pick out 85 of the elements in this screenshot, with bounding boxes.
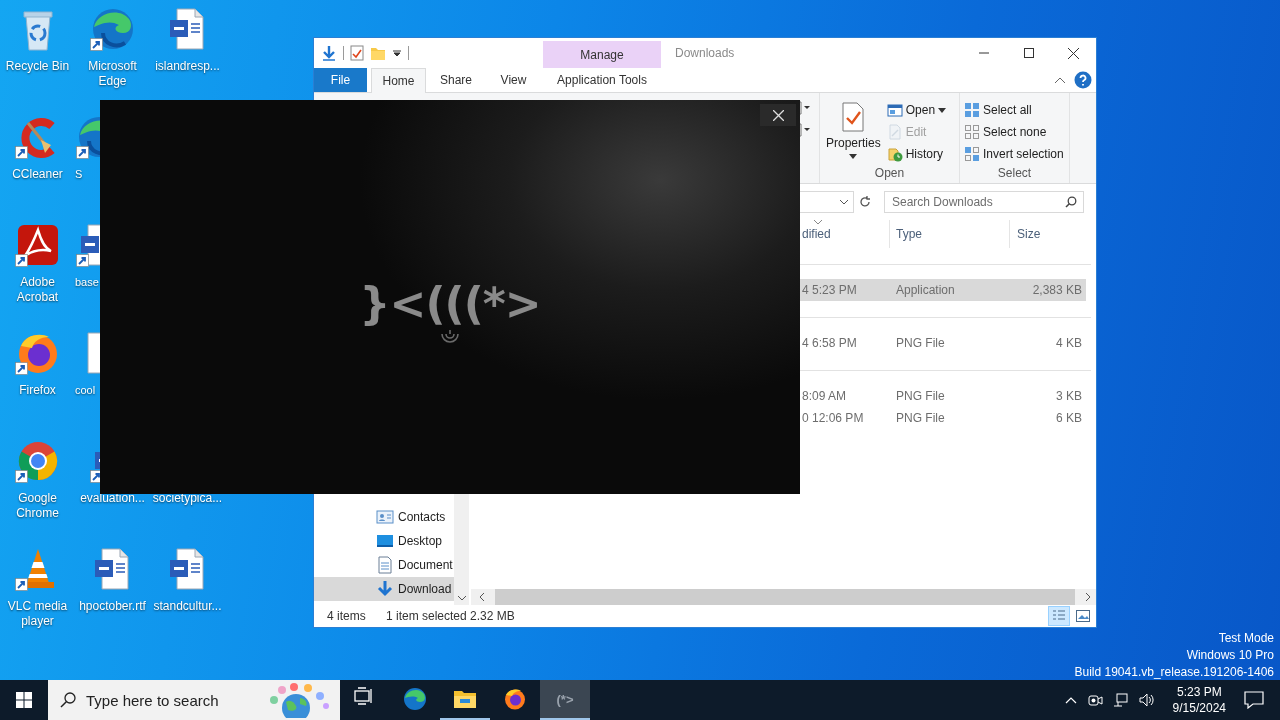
ribbon-tab[interactable]: Home: [371, 68, 426, 93]
table-cell-text: 3 KB: [1055, 389, 1083, 403]
table-cell-text: Application: [895, 283, 956, 297]
close-icon: [772, 109, 784, 121]
search-icon: [1065, 196, 1077, 208]
column-header[interactable]: Type: [889, 220, 1009, 248]
notification-icon[interactable]: [1244, 691, 1264, 709]
picture-view-icon: [1076, 610, 1090, 622]
watermark-text: Build 19041.vb_release.191206-1406: [1074, 664, 1274, 680]
watermark-text: Test Mode: [1218, 630, 1274, 647]
table-cell-text: 4 6:58 PM: [801, 336, 858, 350]
ribbon-button[interactable]: Open: [886, 101, 947, 119]
table-cell-text: 0 12:06 PM: [801, 411, 865, 425]
sort-icon: [814, 220, 822, 225]
ribbon-tab[interactable]: Share: [426, 68, 486, 92]
windows-logo-icon: [16, 692, 32, 708]
ribbon-tab[interactable]: View: [486, 68, 541, 92]
status-text: 4 items: [327, 609, 367, 623]
download-arrow-icon[interactable]: [321, 45, 337, 61]
ribbon-tab[interactable]: File: [314, 68, 367, 92]
window-title: Downloads: [674, 46, 735, 60]
table-cell-text: 4 5:23 PM: [801, 283, 858, 297]
column-header[interactable]: dified: [786, 220, 889, 248]
chevron-down-icon[interactable]: [456, 595, 467, 601]
status-text: 2.32 MB: [470, 609, 515, 623]
status-text: 1 item selected: [386, 609, 468, 623]
edge-icon: [403, 687, 427, 711]
chevron-up-icon[interactable]: [1064, 696, 1077, 704]
help-icon[interactable]: [1074, 71, 1092, 89]
collapse-ribbon-icon[interactable]: [1054, 76, 1066, 84]
nav-item[interactable]: Desktop: [314, 529, 454, 553]
volume-icon[interactable]: [1138, 692, 1155, 708]
spinner-icon: [439, 328, 461, 346]
grid-icon: [964, 102, 980, 118]
edit-icon: [886, 124, 903, 140]
close-button[interactable]: [760, 104, 796, 126]
logo-text: }<(((*>: [359, 280, 541, 328]
group-label: Open: [874, 166, 905, 180]
search-field[interactable]: Search Downloads: [884, 191, 1084, 213]
properties-button[interactable]: Properties: [824, 98, 883, 166]
table-cell-text: 6 KB: [1055, 411, 1083, 425]
chevron-down-icon[interactable]: [839, 199, 849, 205]
meet-icon[interactable]: [1086, 692, 1103, 708]
ribbon-button[interactable]: History: [886, 145, 947, 163]
table-cell-text: 2,383 KB: [1031, 283, 1083, 297]
nav-item[interactable]: Download: [314, 577, 454, 601]
table-cell-text: PNG File: [895, 336, 946, 350]
watermark-text: Windows 10 Pro: [1186, 647, 1274, 664]
clock-icon: [886, 146, 903, 162]
caret-icon[interactable]: [392, 48, 402, 58]
details-view-icon: [1052, 609, 1066, 623]
group-label: Select: [997, 166, 1032, 180]
grid-icon: [964, 124, 980, 140]
ribbon-button[interactable]: Select all: [964, 101, 1064, 119]
taskbar-app-button[interactable]: (*>: [540, 680, 590, 720]
contextual-tab-header: Manage: [543, 41, 661, 68]
table-cell-text: 4 KB: [1055, 336, 1083, 350]
ribbon-button[interactable]: Invert selection: [964, 145, 1064, 163]
nav-item[interactable]: Document: [314, 553, 454, 577]
download-arrow-icon: [376, 580, 394, 598]
ribbon-tab[interactable]: Application Tools: [543, 68, 661, 92]
document-icon: [376, 556, 394, 574]
table-cell-text: 8:09 AM: [801, 389, 848, 403]
chevron-right-icon[interactable]: [1085, 592, 1091, 602]
search-icon: [60, 692, 76, 708]
window-icon: [886, 102, 903, 118]
contact-card-icon: [376, 508, 394, 526]
grid-icon: [964, 146, 980, 162]
checklist-icon: [842, 102, 865, 132]
taskbar-search-field[interactable]: Type here to search: [48, 680, 340, 720]
nav-item[interactable]: Contacts: [314, 505, 454, 529]
close-icon: [1068, 47, 1079, 59]
clock-date[interactable]: 9/15/2024: [1172, 700, 1226, 716]
table-cell-text: PNG File: [895, 411, 946, 425]
column-header[interactable]: Size: [1009, 220, 1086, 248]
chevron-left-icon[interactable]: [479, 592, 485, 602]
ribbon-button[interactable]: Select none: [964, 123, 1064, 141]
checklist-icon[interactable]: [350, 45, 364, 61]
refresh-icon: [859, 196, 871, 208]
maximize-icon: [1023, 48, 1034, 58]
firefox-icon: [503, 687, 527, 711]
clock-time[interactable]: 5:23 PM: [1176, 684, 1222, 700]
table-cell-text: PNG File: [895, 389, 946, 403]
network-icon[interactable]: [1112, 692, 1129, 708]
desktop-icon: [376, 532, 394, 550]
